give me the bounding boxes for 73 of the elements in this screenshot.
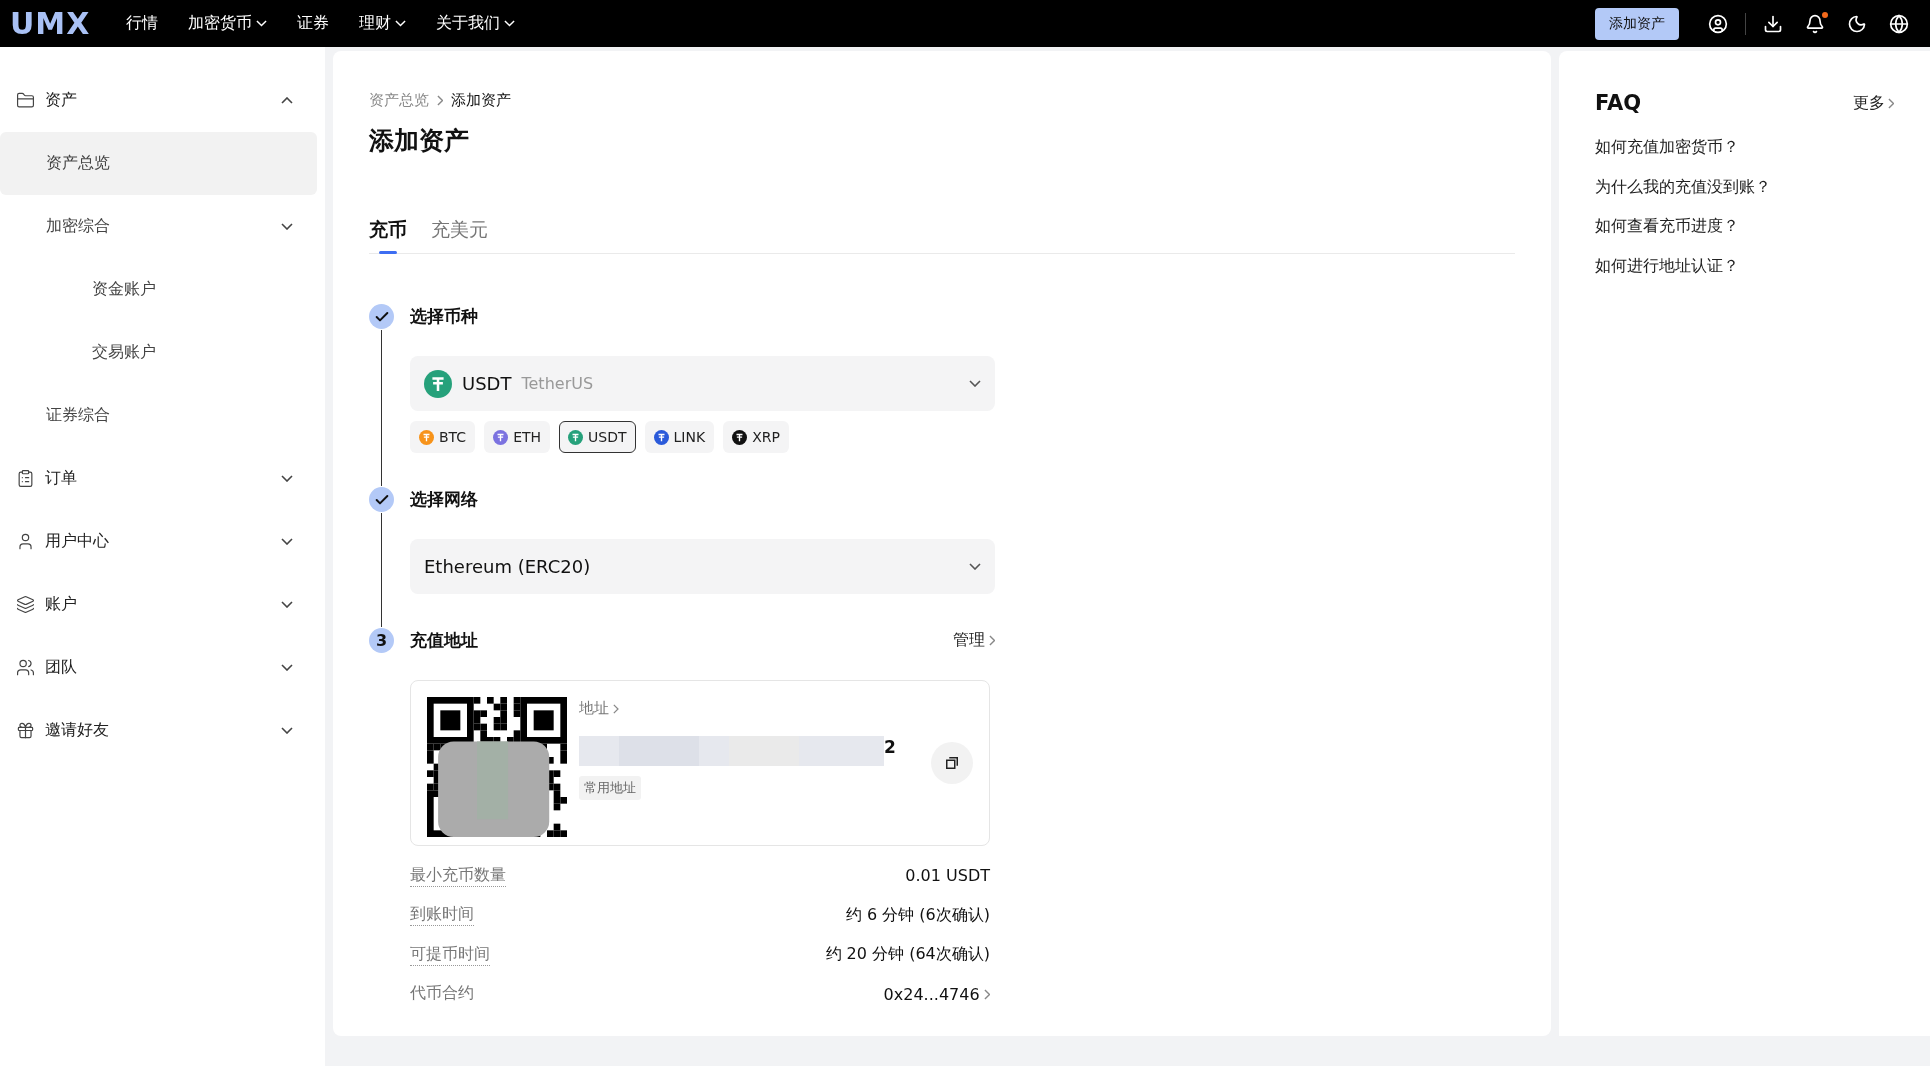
- step-title: 充值地址: [410, 629, 478, 652]
- address-link[interactable]: 地址: [579, 699, 919, 718]
- sidebar-item[interactable]: 资金账户: [0, 258, 317, 321]
- address-tag: 常用地址: [579, 776, 641, 800]
- detail-label: 代币合约: [410, 983, 474, 1005]
- coin-select[interactable]: USDT TetherUS: [410, 356, 995, 411]
- chevron-right-icon: [988, 635, 995, 646]
- copy-icon: [946, 757, 958, 769]
- coin-chip[interactable]: ETH: [484, 421, 551, 453]
- tab[interactable]: 充币: [369, 217, 407, 253]
- breadcrumb-item: 添加资产: [451, 91, 512, 110]
- faq-link[interactable]: 如何充值加密货币？: [1595, 137, 1894, 177]
- sidebar-item[interactable]: 用户中心: [0, 510, 317, 573]
- faq-link[interactable]: 如何进行地址认证？: [1595, 255, 1894, 295]
- coin-chip[interactable]: USDT: [559, 421, 636, 453]
- detail-value: 约 6 分钟 (6次确认): [845, 904, 990, 926]
- nav-link[interactable]: 关于我们: [436, 13, 516, 34]
- download-icon[interactable]: [1763, 13, 1783, 34]
- sidebar-item[interactable]: 加密综合: [0, 195, 317, 258]
- sidebar-item[interactable]: 团队: [0, 636, 317, 699]
- detail-label: 最小充币数量: [410, 864, 506, 887]
- logo[interactable]: UMX: [10, 6, 91, 41]
- tab[interactable]: 充美元: [431, 217, 488, 253]
- nav-link[interactable]: 行情: [126, 13, 159, 34]
- copy-button[interactable]: [931, 742, 973, 784]
- step-title: 选择网络: [410, 488, 478, 511]
- coin-chip[interactable]: BTC: [410, 421, 476, 453]
- chevron-right-icon: [613, 703, 619, 714]
- folder-icon: [16, 91, 35, 110]
- faq-title: FAQ: [1595, 91, 1642, 115]
- step-title: 选择币种: [410, 305, 478, 328]
- sidebar-item[interactable]: 证券综合: [0, 384, 317, 447]
- nav-link[interactable]: 理财: [359, 13, 407, 34]
- detail-value: 0.01 USDT: [905, 866, 990, 886]
- sidebar-item[interactable]: 资产总览: [0, 132, 317, 195]
- user-icon: [16, 532, 35, 551]
- chevron-down-icon: [969, 380, 981, 387]
- coin-chip[interactable]: XRP: [723, 421, 789, 453]
- detail-label: 到账时间: [410, 904, 474, 927]
- coin-icon: [424, 369, 452, 398]
- network-select[interactable]: Ethereum (ERC20): [410, 539, 995, 594]
- sidebar-item[interactable]: 订单: [0, 447, 317, 510]
- add-asset-button[interactable]: 添加资产: [1595, 7, 1679, 40]
- sidebar-item[interactable]: 交易账户: [0, 321, 317, 384]
- faq-link[interactable]: 为什么我的充值没到账？: [1595, 176, 1894, 216]
- page-title: 添加资产: [369, 125, 470, 157]
- sidebar-item[interactable]: 账户: [0, 573, 317, 636]
- clipboard-icon: [16, 469, 35, 488]
- users-icon: [16, 658, 35, 677]
- sidebar-item[interactable]: 邀请好友: [0, 699, 317, 762]
- chevron-right-icon: [437, 95, 444, 106]
- chevron-right-icon: [983, 988, 990, 1000]
- faq-link[interactable]: 如何查看充币进度？: [1595, 216, 1894, 256]
- more-link[interactable]: 更多: [1852, 92, 1894, 114]
- coin-chip[interactable]: LINK: [644, 421, 715, 453]
- address-text: 2: [884, 737, 896, 757]
- account-icon[interactable]: [1708, 13, 1728, 34]
- globe-icon[interactable]: [1889, 13, 1909, 34]
- nav-link[interactable]: 加密货币: [188, 13, 268, 34]
- step-indicator: 3: [369, 628, 394, 653]
- detail-value: 约 20 分钟 (64次确认): [825, 944, 990, 966]
- contract-link[interactable]: 0x24...4746: [883, 984, 990, 1004]
- bell-icon[interactable]: [1805, 13, 1825, 34]
- chevron-right-icon: [1887, 97, 1894, 109]
- breadcrumb-item[interactable]: 资产总览: [369, 91, 429, 110]
- chevron-down-icon: [969, 563, 981, 570]
- layers-icon: [16, 595, 35, 614]
- moon-icon[interactable]: [1847, 13, 1867, 34]
- nav-link[interactable]: 证券: [297, 13, 330, 34]
- manage-link[interactable]: 管理: [952, 630, 995, 651]
- sidebar-item[interactable]: 资产: [0, 69, 317, 132]
- gift-icon: [16, 721, 35, 740]
- detail-label: 可提币时间: [410, 943, 490, 966]
